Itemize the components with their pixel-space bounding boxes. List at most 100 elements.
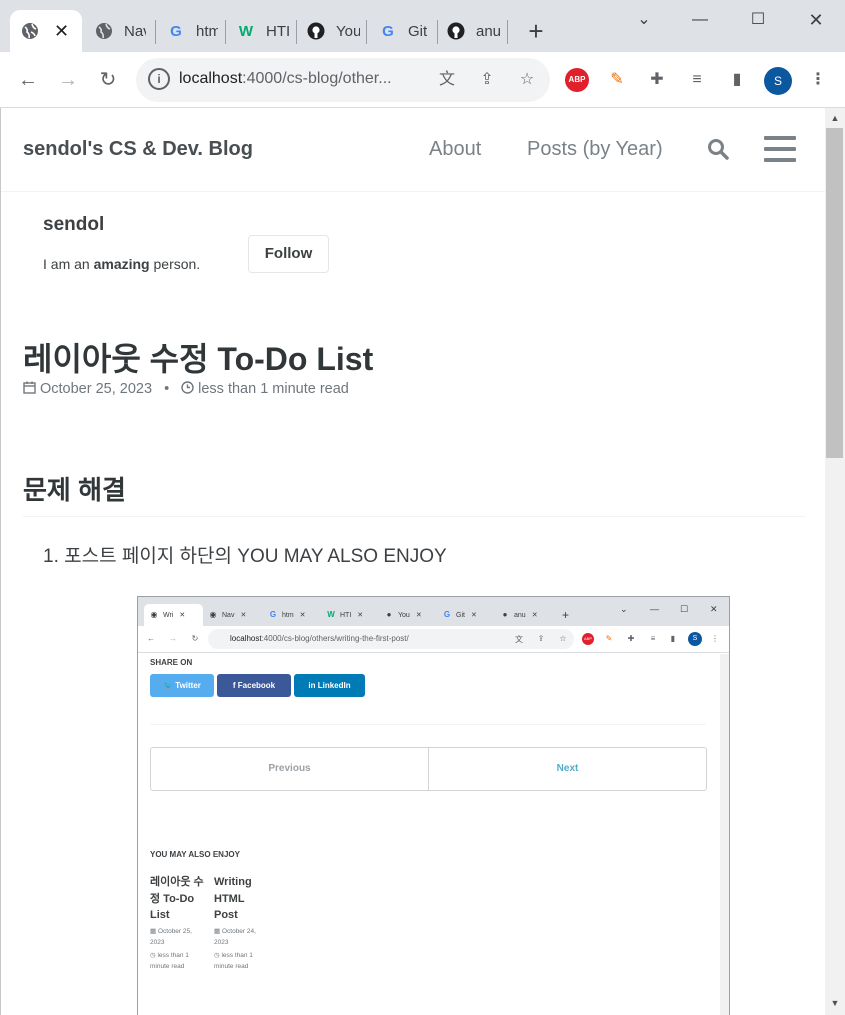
globe-icon <box>20 21 40 41</box>
github-icon <box>306 21 326 41</box>
site-title[interactable]: sendol's CS & Dev. Blog <box>23 138 253 161</box>
clock-icon <box>181 381 194 394</box>
tab-github-you[interactable]: You <box>296 10 362 52</box>
globe-icon <box>94 21 114 41</box>
screenshot-tab: ◉ Wri ✕ <box>144 604 203 626</box>
close-window-button[interactable]: ✕ <box>796 6 836 34</box>
url-text[interactable]: localhost:4000/cs-blog/other... <box>179 70 424 88</box>
tab-w3[interactable]: W HTI <box>226 10 292 52</box>
screenshot-tab: Ghtm ✕ <box>269 610 306 619</box>
tab-close-icon[interactable]: ✕ <box>54 21 69 42</box>
facebook-icon: f <box>232 681 236 690</box>
screenshot-star-icon: ☆ <box>559 634 567 643</box>
screenshot-avatar: S <box>688 632 702 646</box>
heading-divider <box>23 516 805 517</box>
back-button[interactable]: ← <box>12 64 44 96</box>
screenshot-tab: W HTI ✕ <box>327 610 364 619</box>
screenshot-maximize-icon: ☐ <box>680 603 689 614</box>
tab-anu[interactable]: anu <box>436 10 502 52</box>
screenshot-twitter-button: 🐦 Twitter <box>150 674 214 697</box>
calendar-icon: ▦ <box>150 927 157 935</box>
extensions-puzzle-icon[interactable]: ✚ <box>645 68 669 92</box>
tab-search-button[interactable]: ⌄ <box>624 6 664 34</box>
screenshot-back-icon: ← <box>147 634 155 643</box>
adblock-icon[interactable]: ABP <box>565 68 589 92</box>
screenshot-puzzle-icon: ✚ <box>627 634 635 643</box>
github-icon: ● <box>502 610 508 619</box>
tab-active[interactable]: ✕ <box>10 10 82 52</box>
google-icon: G <box>443 610 451 619</box>
tab-title: You <box>336 22 360 40</box>
scroll-down-arrow-icon[interactable]: ▼ <box>828 998 842 1008</box>
screenshot-new-tab-icon: + <box>562 608 570 622</box>
search-icon[interactable] <box>707 138 729 160</box>
list-item: 1. 포스트 페이지 하단의 YOU MAY ALSO ENJOY <box>43 546 447 567</box>
screenshot-tab: ● anu ✕ <box>500 604 538 626</box>
tab-htm[interactable]: G htm <box>156 10 218 52</box>
twitter-icon: 🐦 <box>163 681 174 690</box>
w3schools-icon: W <box>238 22 254 40</box>
address-bar[interactable]: i localhost:4000/cs-blog/other... 文 ⇪ ☆ <box>136 58 550 102</box>
screenshot-tab: ● You ✕ <box>384 604 422 626</box>
tab-separator <box>366 20 367 44</box>
new-tab-button[interactable]: + <box>522 18 550 46</box>
forward-button[interactable]: → <box>52 64 84 96</box>
google-icon: G <box>170 22 182 40</box>
clock-icon: ◷ <box>214 951 220 959</box>
screenshot-related-card: 레이아웃 수정 To-Do List ▦ October 25, 2023 ◷ … <box>150 876 204 970</box>
page-title: 레이아웃 수정 To-Do List <box>23 341 374 377</box>
tab-strip: ✕ Nav G htm W HTI You G Git anu <box>0 0 845 52</box>
nav-posts-by-year[interactable]: Posts (by Year) <box>527 138 663 161</box>
browser-chrome: ✕ Nav G htm W HTI You G Git anu <box>0 0 845 108</box>
calendar-icon: ▦ <box>214 927 221 935</box>
screenshot-extension-icon: ✎ <box>605 634 613 643</box>
screenshot-tab: ◉ Nav ✕ <box>209 610 247 619</box>
bookmark-star-icon[interactable]: ☆ <box>516 69 538 91</box>
profile-avatar[interactable]: S <box>764 67 792 95</box>
scroll-up-arrow-icon[interactable]: ▲ <box>828 113 842 123</box>
follow-button[interactable]: Follow <box>248 235 329 273</box>
minimize-button[interactable]: — <box>680 6 720 34</box>
scrollbar-thumb[interactable] <box>826 128 843 458</box>
screenshot-forward-icon: → <box>169 634 177 643</box>
reload-button[interactable]: ↻ <box>92 64 124 96</box>
screenshot-previous: Previous <box>151 748 429 790</box>
post-date: October 25, 2023 <box>40 381 153 397</box>
nav-about[interactable]: About <box>429 138 481 161</box>
screenshot-reading-list-icon: ≡ <box>650 634 656 643</box>
translate-icon[interactable]: 文 <box>436 69 458 91</box>
screenshot-chevron-icon: ⌄ <box>620 603 628 614</box>
globe-icon: ◉ <box>150 610 158 619</box>
screenshot-page: SHARE ON 🐦 Twitter f Facebook in LinkedI… <box>138 654 720 1015</box>
screenshot-adblock-icon: ABP <box>582 633 594 645</box>
tab-nav[interactable]: Nav <box>84 10 146 52</box>
globe-icon: ◉ <box>209 610 217 619</box>
screenshot-share-icon: ⇪ <box>537 634 545 643</box>
menu-hamburger-icon[interactable] <box>764 136 796 162</box>
reading-list-icon[interactable]: ≡ <box>685 68 709 92</box>
screenshot-pagination: Previous Next <box>150 747 707 791</box>
color-picker-extension-icon[interactable]: ✎ <box>605 68 629 92</box>
google-icon: G <box>382 22 394 40</box>
screenshot-scrollbar <box>720 654 729 1015</box>
browser-toolbar: ← → ↻ i localhost:4000/cs-blog/other... … <box>0 52 845 108</box>
screenshot-related-card: Writing HTML Post ▦ October 24, 2023 ◷ l… <box>214 876 256 970</box>
post-meta: October 25, 2023 • less than 1 minute read <box>23 381 349 397</box>
screenshot-kebab-icon: ⋮ <box>711 634 719 643</box>
site-info-icon[interactable]: i <box>148 68 170 90</box>
screenshot-toolbar: ← → ↻ localhost:4000/cs-blog/others/writ… <box>138 626 729 653</box>
embedded-screenshot: ◉ Wri ✕ ◉ Nav ✕ Ghtm ✕ W HTI ✕ ● You ✕ G Git ✕ ● anu… <box>137 596 730 1015</box>
tab-title: htm <box>196 22 218 40</box>
side-panel-icon[interactable]: ▮ <box>725 68 749 92</box>
maximize-button[interactable]: ☐ <box>738 6 778 34</box>
screenshot-reload-icon: ↻ <box>191 634 199 643</box>
github-icon <box>446 21 466 41</box>
screenshot-minimize-icon: — <box>650 604 659 614</box>
tab-git[interactable]: G Git <box>368 10 434 52</box>
tab-title: Nav <box>124 22 146 40</box>
tab-title: Git <box>408 22 428 40</box>
tab-separator <box>507 20 508 44</box>
share-icon[interactable]: ⇪ <box>476 69 498 91</box>
menu-kebab-icon[interactable]: ⋮ <box>806 68 830 92</box>
screenshot-linkedin-button: in LinkedIn <box>294 674 365 697</box>
